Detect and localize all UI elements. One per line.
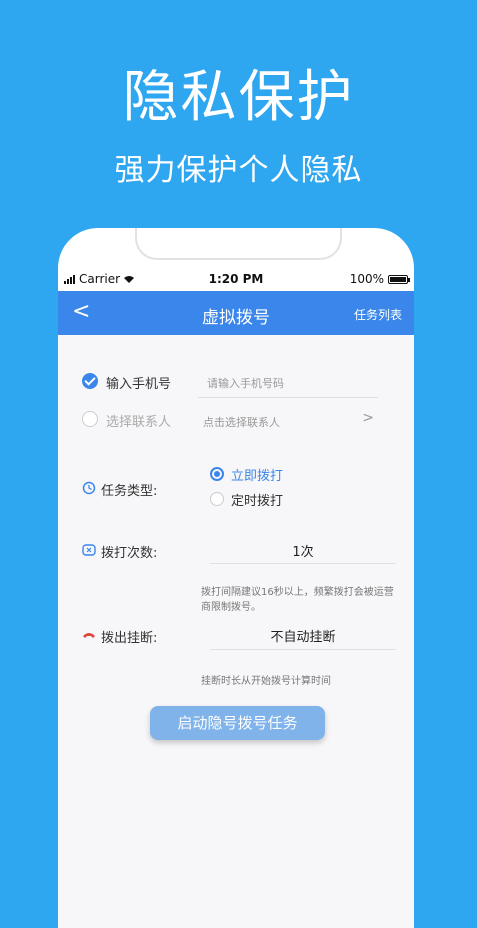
phone-input-underline: [198, 397, 378, 398]
dial-count-label: 拨打次数:: [101, 546, 158, 561]
phone-notch: [135, 228, 342, 260]
dial-count-underline: [210, 563, 396, 564]
hangup-underline: [210, 649, 396, 650]
option-scheduled[interactable]: 定时拨打: [231, 490, 283, 509]
task-list-link[interactable]: 任务列表: [354, 306, 402, 323]
phone-input[interactable]: 请输入手机号码: [207, 375, 284, 391]
status-bar: Carrier 1:20 PM 100%: [58, 268, 414, 292]
hangup-icon: [83, 633, 95, 638]
dial-count-hint: 拨打间隔建议16秒以上，频繁拨打会被运营商限制拨号。: [201, 587, 394, 613]
clock-icon: [82, 481, 96, 495]
redial-icon: [82, 544, 96, 556]
hero-title: 隐私保护: [122, 65, 355, 130]
contact-label: 选择联系人: [106, 415, 172, 430]
task-type-label: 任务类型:: [101, 484, 158, 499]
hero-subtitle: 强力保护个人隐私: [114, 153, 363, 188]
phone-label: 输入手机号: [106, 377, 172, 392]
battery-percent: 100%: [349, 272, 384, 286]
hangup-hint: 挂断时长从开始拨号计算时间: [201, 676, 331, 687]
phone-frame: Carrier 1:20 PM 100% < 虚拟拨号 任务列表 输入手机号 请…: [58, 228, 414, 928]
phone-checkbox[interactable]: [82, 373, 98, 389]
battery-icon: [388, 274, 410, 284]
radio-scheduled[interactable]: [210, 492, 224, 506]
hangup-value[interactable]: 不自动挂断: [210, 626, 396, 645]
dial-count-value[interactable]: 1次: [210, 541, 396, 560]
chevron-right-icon[interactable]: >: [362, 410, 374, 426]
form-area: 输入手机号 请输入手机号码 选择联系人 点击选择联系人 > 任务类型: 立即拨打…: [58, 335, 414, 928]
start-task-button[interactable]: 启动隐号拨号任务: [150, 706, 325, 740]
contact-picker[interactable]: 点击选择联系人: [203, 414, 280, 430]
nav-bar: < 虚拟拨号 任务列表: [58, 291, 414, 335]
option-immediate[interactable]: 立即拨打: [231, 465, 283, 484]
contact-checkbox[interactable]: [82, 411, 98, 427]
radio-immediate[interactable]: [210, 467, 224, 481]
hangup-label: 拨出挂断:: [101, 631, 158, 646]
